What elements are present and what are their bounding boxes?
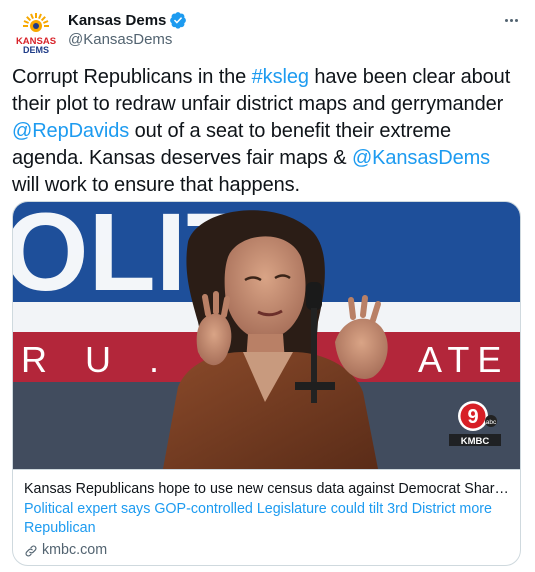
network-logo: abc	[486, 419, 497, 426]
card-description[interactable]: Political expert says GOP-controlled Leg…	[24, 500, 509, 538]
speaker-photo: OLIT R U . S . ATE 9 abc KMBC	[13, 202, 520, 469]
mention-kansasdems[interactable]: @KansasDems	[352, 147, 490, 169]
channel-number: 9	[467, 406, 478, 428]
kansas-dems-logo-icon: KANSAS DEMS	[12, 9, 60, 57]
link-icon	[25, 545, 37, 556]
tweet-text: Corrupt Republicans in the #ksleg have b…	[12, 64, 522, 199]
card-info[interactable]: Kansas Republicans hope to use new censu…	[13, 469, 520, 565]
verified-badge-icon	[170, 12, 187, 29]
card-domain[interactable]: kmbc.com	[24, 541, 509, 560]
backdrop-letters-bottom-right: ATE	[418, 339, 509, 380]
card-domain-text[interactable]: kmbc.com	[42, 541, 107, 560]
tweet-text-segment: Corrupt Republicans in the	[12, 66, 252, 88]
handle[interactable]: @KansasDems	[68, 31, 172, 48]
tweet-header: KANSAS DEMS Kansas Dems @KansasDems	[12, 9, 523, 57]
station-badge-text: KMBC	[461, 436, 490, 447]
card-title[interactable]: Kansas Republicans hope to use new censu…	[24, 480, 509, 499]
card-image[interactable]: OLIT R U . S . ATE 9 abc KMBC	[13, 202, 520, 469]
mention-repdavids[interactable]: @RepDavids	[12, 120, 129, 142]
avatar[interactable]: KANSAS DEMS	[12, 9, 60, 57]
tweet[interactable]: KANSAS DEMS Kansas Dems @KansasDems Corr…	[0, 0, 535, 572]
tweet-text-segment: will work to ensure that happens.	[12, 174, 300, 196]
avatar-text-2: DEMS	[23, 45, 49, 55]
display-name-text[interactable]: Kansas Dems	[68, 12, 166, 29]
more-options-icon[interactable]	[499, 11, 523, 29]
link-card[interactable]: OLIT R U . S . ATE 9 abc KMBC Kansas Rep…	[12, 201, 521, 566]
display-name[interactable]: Kansas Dems	[68, 11, 187, 29]
hashtag-ksleg[interactable]: #ksleg	[252, 66, 309, 88]
